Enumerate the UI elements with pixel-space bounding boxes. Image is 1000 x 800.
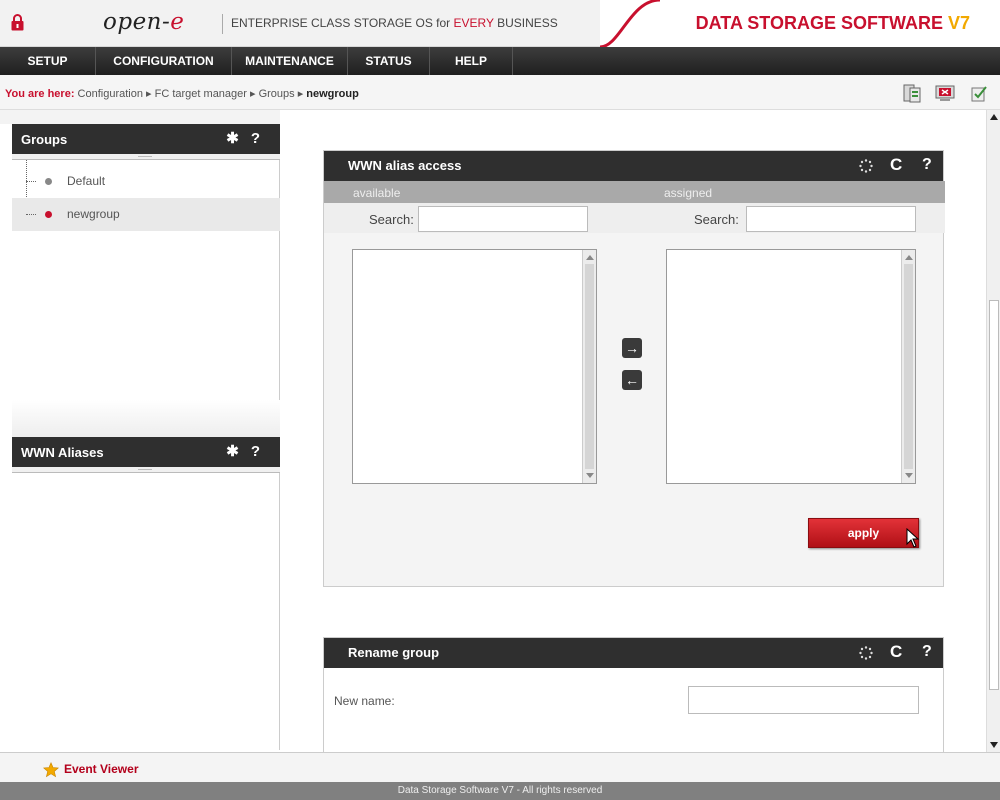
mouse-cursor-icon [906, 528, 920, 548]
menu-help[interactable]: HELP [430, 47, 513, 75]
new-name-label: New name: [334, 694, 395, 708]
star-icon[interactable] [43, 762, 59, 778]
rename-group-card: Rename group C ? New name: [323, 637, 944, 757]
breadcrumb: You are here: Configuration ▸ FC target … [5, 88, 359, 100]
available-search-label: Search: [369, 212, 414, 227]
scroll-down-icon[interactable] [990, 742, 998, 748]
groups-resize-grip[interactable] [12, 154, 280, 160]
available-search-row: Search: [324, 203, 634, 233]
product-title: DATA STORAGE SOFTWARE V7 [695, 13, 970, 33]
loading-icon [859, 159, 873, 173]
scroll-thumb[interactable] [989, 300, 999, 690]
scroll-down-icon[interactable] [905, 473, 913, 478]
gear-icon[interactable]: ✱ [226, 130, 251, 147]
assigned-column-header: assigned [634, 181, 945, 203]
available-aliases-list[interactable] [352, 249, 597, 484]
apply-button[interactable]: apply [808, 518, 919, 548]
assigned-search-label: Search: [694, 212, 739, 227]
aliases-panel-tools: ✱? [226, 442, 272, 460]
available-column-header: available [324, 181, 634, 203]
available-label: available [353, 186, 401, 200]
arrow-right-icon: → [625, 340, 639, 356]
assigned-search-input[interactable] [746, 206, 916, 232]
tree-branch [26, 214, 36, 215]
gear-icon[interactable]: ✱ [226, 443, 251, 460]
header-divider [222, 14, 223, 34]
scroll-track [904, 264, 913, 469]
status-dot-icon [45, 178, 52, 185]
list-scrollbar[interactable] [582, 250, 596, 483]
server-icon[interactable] [901, 82, 923, 104]
menu-status[interactable]: STATUS [348, 47, 430, 75]
tree-item-newgroup[interactable]: newgroup [12, 198, 280, 231]
list-scrollbar[interactable] [901, 250, 915, 483]
status-dot-icon [45, 211, 52, 218]
available-search-input[interactable] [418, 206, 588, 232]
aliases-panel-title: WWN Aliases [21, 445, 104, 460]
wwn-alias-access-card: WWN alias access C ? available assigned … [323, 150, 945, 587]
arrow-left-icon: ← [625, 372, 639, 388]
loading-icon [859, 646, 873, 660]
sidebar-top-pad [0, 110, 280, 124]
tree-item-default[interactable]: Default [12, 165, 280, 198]
left-sidebar: Groups ✱? Default newgroup WWN Aliases ✱… [0, 110, 280, 750]
menu-maintenance[interactable]: MAINTENANCE [232, 47, 348, 75]
help-icon[interactable]: ? [251, 130, 272, 147]
page-scrollbar[interactable] [986, 110, 1000, 752]
lock-icon[interactable] [11, 14, 24, 31]
help-icon[interactable]: ? [922, 643, 932, 661]
event-viewer-bar: Event Viewer [0, 752, 1000, 782]
scroll-track [585, 264, 594, 469]
scroll-up-icon[interactable] [990, 114, 998, 120]
brand-logo: open-e [103, 9, 185, 35]
scroll-up-icon[interactable] [586, 255, 594, 260]
scroll-up-icon[interactable] [905, 255, 913, 260]
scroll-down-icon[interactable] [586, 473, 594, 478]
main-menu: SETUP CONFIGURATION MAINTENANCE STATUS H… [0, 47, 1000, 75]
wwn-card-header: WWN alias access C ? [324, 151, 943, 181]
footer: Data Storage Software V7 - All rights re… [0, 782, 1000, 800]
app-window: open-e ENTERPRISE CLASS STORAGE OS for E… [0, 0, 1000, 800]
tree-item-label: newgroup [67, 207, 120, 221]
refresh-icon[interactable]: C [890, 642, 902, 662]
move-right-button[interactable]: → [622, 338, 642, 358]
tagline: ENTERPRISE CLASS STORAGE OS for EVERY BU… [231, 16, 558, 30]
tree-branch [26, 181, 36, 182]
product-banner: DATA STORAGE SOFTWARE V7 [600, 0, 1000, 47]
rename-card-header: Rename group C ? [324, 638, 943, 668]
event-viewer-link[interactable]: Event Viewer [64, 762, 138, 776]
aliases-panel-header: WWN Aliases ✱? [12, 437, 280, 467]
move-left-button[interactable]: ← [622, 370, 642, 390]
new-name-input[interactable] [688, 686, 919, 714]
sidebar-divider [12, 400, 280, 440]
menu-configuration[interactable]: CONFIGURATION [96, 47, 232, 75]
rename-card-title: Rename group [348, 645, 440, 660]
groups-panel-header: Groups ✱? [12, 124, 280, 154]
wwn-card-title: WWN alias access [348, 158, 462, 173]
help-icon[interactable]: ? [922, 156, 932, 174]
info-icon[interactable] [968, 82, 990, 104]
tree-item-label: Default [67, 174, 106, 188]
breadcrumb-bar: You are here: Configuration ▸ FC target … [0, 75, 1000, 110]
groups-panel-tools: ✱? [226, 129, 272, 147]
main-content: WWN alias access C ? available assigned … [281, 110, 986, 757]
assigned-label: assigned [664, 186, 713, 200]
help-icon[interactable]: ? [251, 443, 272, 460]
aliases-resize-grip[interactable] [12, 467, 280, 473]
refresh-icon[interactable]: C [890, 155, 902, 175]
top-header: open-e ENTERPRISE CLASS STORAGE OS for E… [0, 0, 1000, 47]
assigned-aliases-list[interactable] [666, 249, 916, 484]
groups-panel-title: Groups [21, 132, 68, 147]
logout-icon[interactable] [934, 82, 956, 104]
assigned-search-row: Search: [634, 203, 945, 233]
menu-setup[interactable]: SETUP [0, 47, 96, 75]
